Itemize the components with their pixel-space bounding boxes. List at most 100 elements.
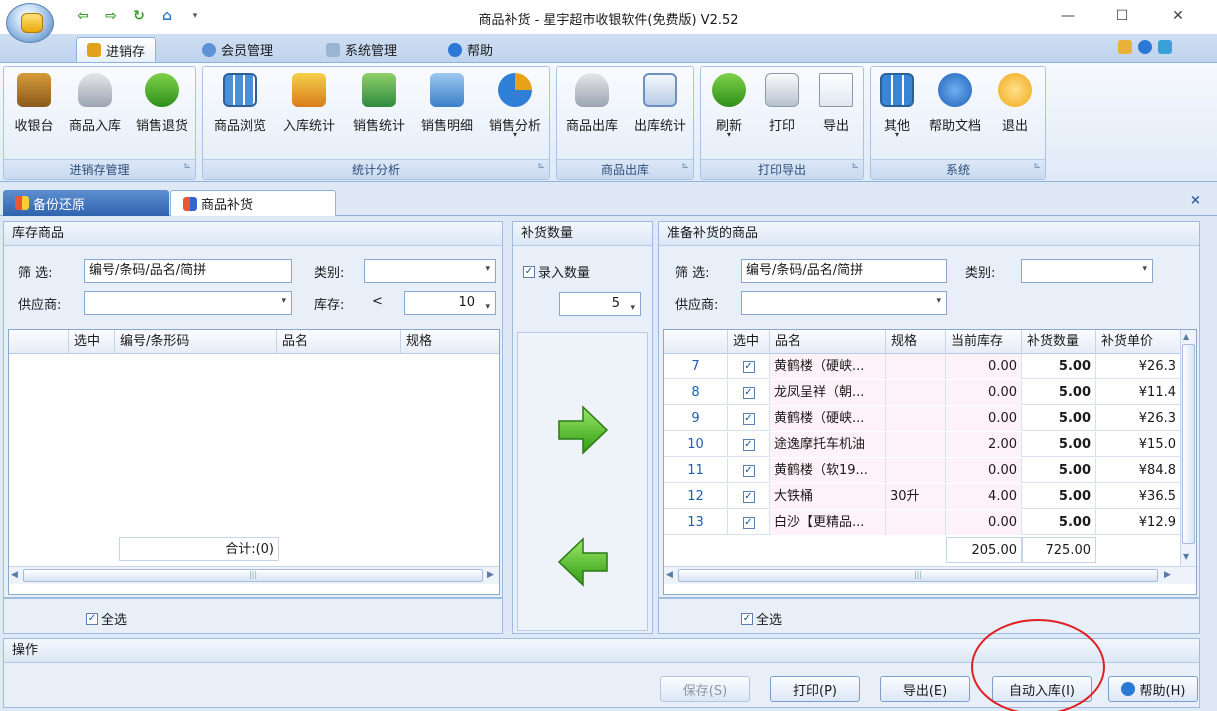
- panel-title: 准备补货的商品: [659, 222, 1199, 246]
- stock-in-button[interactable]: 商品入库: [62, 71, 128, 143]
- close-button[interactable]: ✕: [1156, 2, 1200, 30]
- cell-qty: 5.00: [1022, 380, 1096, 405]
- table-row[interactable]: 13 ✓ 白沙【更精品... 0.00 5.00 ¥12.9: [664, 510, 1180, 535]
- scroll-thumb[interactable]: [1182, 344, 1195, 544]
- checkbox-checked-icon: ✓: [742, 438, 755, 451]
- row-checkbox[interactable]: ✓: [728, 510, 770, 535]
- move-right-arrow-icon[interactable]: [557, 405, 609, 455]
- stock-category-select[interactable]: ▾: [364, 259, 496, 283]
- table-row[interactable]: 9 ✓ 黄鹤楼（硬峡... 0.00 5.00 ¥26.3: [664, 406, 1180, 431]
- table-row[interactable]: 12 ✓ 大铁桶 30升 4.00 5.00 ¥36.5: [664, 484, 1180, 509]
- tab-help[interactable]: 帮助: [438, 37, 503, 62]
- table-row[interactable]: 8 ✓ 龙凤呈祥（朝... 0.00 5.00 ¥11.4: [664, 380, 1180, 405]
- dialog-launcher-icon[interactable]: ⊾: [851, 156, 859, 176]
- scroll-up-icon[interactable]: ▲: [1183, 332, 1189, 341]
- save-button[interactable]: 保存(S): [660, 676, 750, 702]
- chevron-down-icon: ▾: [1142, 264, 1147, 274]
- scroll-down-icon[interactable]: ▼: [1183, 552, 1189, 561]
- enter-qty-checkbox[interactable]: ✓ 录入数量: [523, 262, 590, 281]
- cell-no: 11: [664, 458, 728, 483]
- scroll-left-icon[interactable]: ◀: [666, 570, 673, 580]
- cell-name: 途逸摩托车机油: [770, 432, 886, 457]
- theme-icon[interactable]: [1158, 40, 1172, 54]
- tab-restock[interactable]: 商品补货: [170, 190, 336, 216]
- vertical-scrollbar[interactable]: ▲ ▼: [1180, 330, 1196, 566]
- restock-supplier-select[interactable]: ▾: [741, 291, 947, 315]
- scroll-thumb[interactable]: |||: [23, 569, 483, 582]
- stock-out-stats-button[interactable]: 出库统计: [627, 71, 693, 143]
- column-header[interactable]: 选中: [728, 330, 770, 354]
- tab-members[interactable]: 会员管理: [192, 37, 283, 62]
- dialog-launcher-icon[interactable]: ⊾: [537, 156, 545, 176]
- export-button[interactable]: 导出: [811, 71, 861, 143]
- restock-category-select[interactable]: ▾: [1021, 259, 1153, 283]
- stock-out-button[interactable]: 商品出库: [559, 71, 625, 143]
- column-header[interactable]: 规格: [886, 330, 946, 354]
- column-header[interactable]: 当前库存: [946, 330, 1022, 354]
- column-header[interactable]: 选中: [69, 330, 115, 354]
- row-checkbox[interactable]: ✓: [728, 484, 770, 509]
- horizontal-scrollbar[interactable]: ◀ ||| ▶: [9, 566, 499, 584]
- stock-threshold-select[interactable]: 10 ▾: [404, 291, 496, 315]
- sales-analysis-button[interactable]: 销售分析 ▾: [481, 71, 549, 143]
- dialog-launcher-icon[interactable]: ⊾: [183, 156, 191, 176]
- column-header[interactable]: 规格: [401, 330, 499, 354]
- ribbon-tab-strip: 进销存 会员管理 系统管理 帮助: [0, 34, 1217, 62]
- row-checkbox[interactable]: ✓: [728, 406, 770, 431]
- row-checkbox[interactable]: ✓: [728, 354, 770, 379]
- restock-qty-select[interactable]: 5 ▾: [559, 292, 641, 316]
- tab-backup-restore[interactable]: 备份还原: [3, 190, 169, 216]
- cart-icon[interactable]: [1118, 40, 1132, 54]
- table-row[interactable]: 7 ✓ 黄鹤楼（硬峡... 0.00 5.00 ¥26.3: [664, 354, 1180, 379]
- tab-inventory[interactable]: 进销存: [76, 37, 157, 62]
- restock-select-all-checkbox[interactable]: ✓ 全选: [741, 609, 782, 628]
- column-header[interactable]: 品名: [277, 330, 401, 354]
- restock-filter-input[interactable]: 编号/条码/品名/简拼: [741, 259, 947, 283]
- stock-in-stats-button[interactable]: 入库统计: [275, 71, 343, 143]
- scroll-right-icon[interactable]: ▶: [487, 570, 494, 580]
- apps-grid-icon: [880, 73, 914, 107]
- scroll-left-icon[interactable]: ◀: [11, 570, 18, 580]
- app-menu-orb[interactable]: [6, 3, 54, 43]
- table-row[interactable]: 10 ✓ 途逸摩托车机油 2.00 5.00 ¥15.0: [664, 432, 1180, 457]
- print-button[interactable]: 打印: [757, 71, 807, 143]
- help-button[interactable]: 帮助(H): [1108, 676, 1198, 702]
- refresh-icon: [712, 73, 746, 107]
- close-tab-icon[interactable]: ×: [1190, 193, 1201, 208]
- exit-button[interactable]: 退出: [991, 71, 1039, 143]
- help-docs-button[interactable]: 帮助文档: [923, 71, 987, 143]
- column-header[interactable]: 补货单价: [1096, 330, 1180, 354]
- maximize-button[interactable]: ☐: [1100, 2, 1144, 30]
- row-checkbox[interactable]: ✓: [728, 458, 770, 483]
- export-button[interactable]: 导出(E): [880, 676, 970, 702]
- stock-select-all-checkbox[interactable]: ✓ 全选: [86, 609, 127, 628]
- refresh-button[interactable]: 刷新 ▾: [705, 71, 753, 143]
- tab-system[interactable]: 系统管理: [316, 37, 407, 62]
- other-button[interactable]: 其他 ▾: [875, 71, 919, 143]
- total-qty: 725.00: [1022, 537, 1096, 563]
- sales-stats-button[interactable]: 销售统计: [345, 71, 413, 143]
- dialog-launcher-icon[interactable]: ⊾: [681, 156, 689, 176]
- horizontal-scrollbar[interactable]: ◀ ||| ▶: [664, 566, 1196, 584]
- column-header[interactable]: 补货数量: [1022, 330, 1096, 354]
- cell-no: 13: [664, 510, 728, 535]
- stock-supplier-select[interactable]: ▾: [84, 291, 292, 315]
- pos-button[interactable]: 收银台: [8, 71, 60, 143]
- sales-return-button[interactable]: 销售退货: [130, 71, 194, 143]
- row-checkbox[interactable]: ✓: [728, 380, 770, 405]
- table-row[interactable]: 11 ✓ 黄鹤楼（软19... 0.00 5.00 ¥84.8: [664, 458, 1180, 483]
- row-checkbox[interactable]: ✓: [728, 432, 770, 457]
- column-header[interactable]: 品名: [770, 330, 886, 354]
- column-header[interactable]: 编号/条形码: [115, 330, 277, 354]
- dialog-launcher-icon[interactable]: ⊾: [1033, 156, 1041, 176]
- scroll-right-icon[interactable]: ▶: [1164, 570, 1171, 580]
- stock-filter-input[interactable]: 编号/条码/品名/简拼: [84, 259, 292, 283]
- move-left-arrow-icon[interactable]: [557, 537, 609, 587]
- cell-price: ¥11.4: [1138, 385, 1176, 400]
- print-button[interactable]: 打印(P): [770, 676, 860, 702]
- browse-products-button[interactable]: 商品浏览: [207, 71, 273, 143]
- sales-detail-button[interactable]: 销售明细: [413, 71, 481, 143]
- scroll-thumb[interactable]: |||: [678, 569, 1158, 582]
- minimize-button[interactable]: —: [1046, 2, 1090, 30]
- info-icon[interactable]: [1138, 40, 1152, 54]
